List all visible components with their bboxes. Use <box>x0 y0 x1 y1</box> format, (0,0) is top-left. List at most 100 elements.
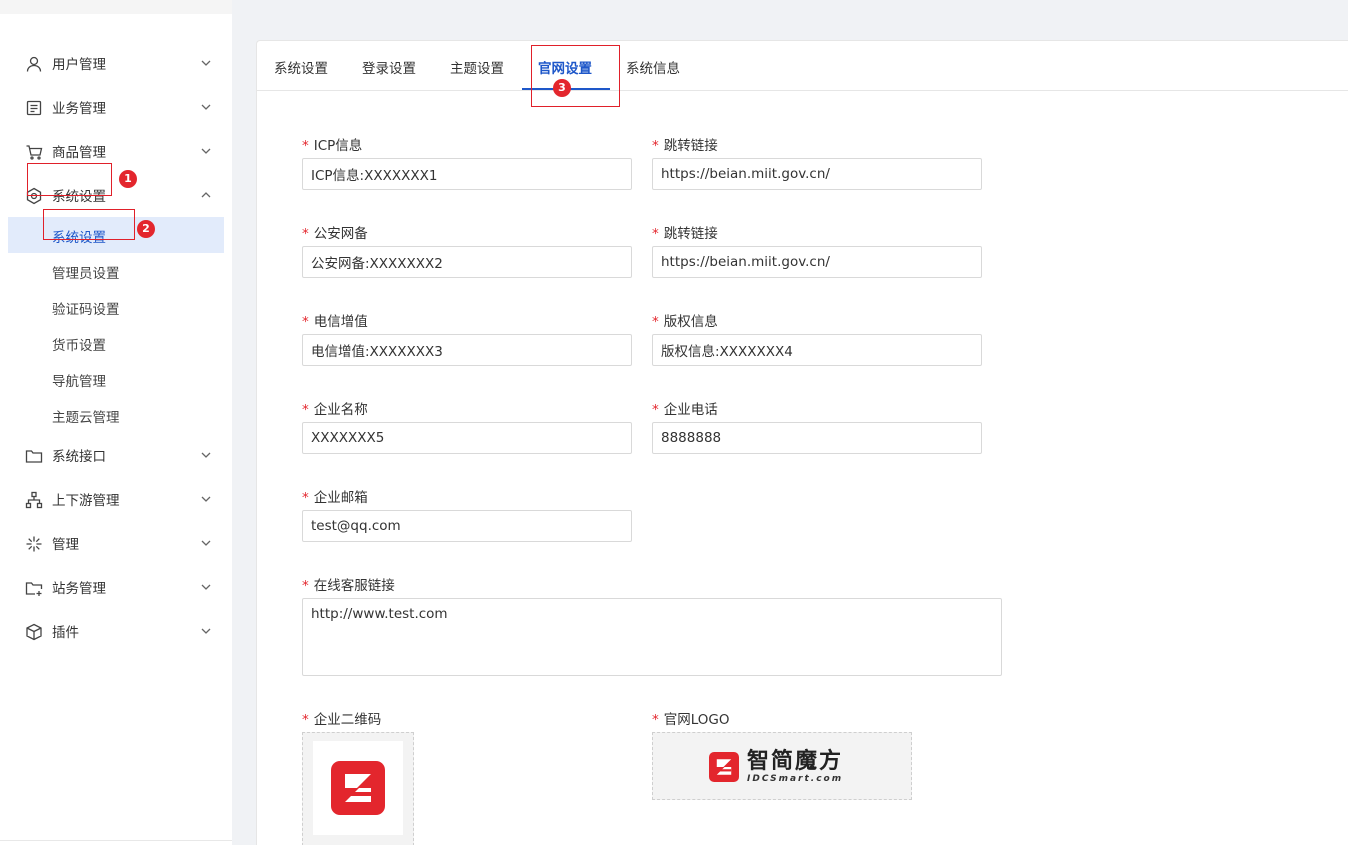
user-icon <box>25 55 43 73</box>
police-record-input[interactable] <box>302 246 632 278</box>
online-service-textarea[interactable]: http://www.test.com <box>302 598 1002 676</box>
required-mark: * <box>302 712 309 728</box>
settings-tabs: 系统设置 登录设置 主题设置 官网设置 系统信息 <box>257 41 1348 91</box>
submenu-item-currency-settings[interactable]: 货币设置 <box>8 325 224 361</box>
sidebar-item-business-management[interactable]: 业务管理 <box>0 91 232 123</box>
submenu-item-label: 货币设置 <box>52 338 106 354</box>
police-link-input[interactable] <box>652 246 982 278</box>
icp-label: * ICP信息 <box>302 138 363 154</box>
chevron-down-icon <box>200 449 212 461</box>
submenu-item-label: 验证码设置 <box>52 302 120 318</box>
document-icon <box>25 99 43 117</box>
sparkle-icon <box>25 535 43 553</box>
logo-chinese-text: 智简魔方 <box>747 749 844 774</box>
tab-system-settings[interactable]: 系统设置 <box>274 57 328 77</box>
tab-theme-settings[interactable]: 主题设置 <box>450 57 504 77</box>
sidebar-item-plugins[interactable]: 插件 <box>0 615 232 647</box>
sidebar-item-label: 系统设置 <box>52 189 106 205</box>
required-mark: * <box>302 578 309 594</box>
telecom-label: * 电信增值 <box>302 314 368 330</box>
chevron-down-icon <box>200 101 212 113</box>
sidebar-item-label: 商品管理 <box>52 145 106 161</box>
required-mark: * <box>302 314 309 330</box>
company-email-input[interactable] <box>302 510 632 542</box>
submenu-item-captcha-settings[interactable]: 验证码设置 <box>8 289 224 325</box>
chevron-down-icon <box>200 581 212 593</box>
required-mark: * <box>652 402 659 418</box>
sidebar-item-label: 插件 <box>52 625 79 641</box>
sidebar-item-management[interactable]: 管理 <box>0 527 232 559</box>
online-service-label: * 在线客服链接 <box>302 578 395 594</box>
required-mark: * <box>302 402 309 418</box>
icp-link-input[interactable] <box>652 158 982 190</box>
sidebar-item-label: 站务管理 <box>52 581 106 597</box>
copyright-input[interactable] <box>652 334 982 366</box>
sidebar: 用户管理 业务管理 商品管理 系统设置 系统设置 管理员设置 验证码设置 货币设… <box>0 0 232 845</box>
company-phone-input[interactable] <box>652 422 982 454</box>
police-link-label: * 跳转链接 <box>652 226 718 242</box>
sidebar-item-label: 用户管理 <box>52 57 106 73</box>
annotation-badge-3: 3 <box>553 79 571 97</box>
sidebar-divider <box>0 840 232 841</box>
required-mark: * <box>652 138 659 154</box>
site-logo-upload[interactable]: 智简魔方 IDCSmart.com <box>652 732 912 800</box>
site-logo-label: * 官网LOGO <box>652 712 730 728</box>
chevron-up-icon <box>200 189 212 201</box>
annotation-badge-1: 1 <box>119 170 137 188</box>
telecom-input[interactable] <box>302 334 632 366</box>
required-mark: * <box>302 490 309 506</box>
tab-system-info[interactable]: 系统信息 <box>626 57 680 77</box>
chevron-down-icon <box>200 537 212 549</box>
qr-code-label: * 企业二维码 <box>302 712 382 728</box>
folder-icon <box>25 447 43 465</box>
brand-logo-icon <box>331 761 385 815</box>
qr-code-upload[interactable] <box>302 732 414 845</box>
icp-input[interactable] <box>302 158 632 190</box>
sidebar-item-label: 业务管理 <box>52 101 106 117</box>
gear-icon <box>25 187 43 205</box>
company-name-label: * 企业名称 <box>302 402 368 418</box>
chevron-down-icon <box>200 57 212 69</box>
company-phone-label: * 企业电话 <box>652 402 718 418</box>
network-icon <box>25 491 43 509</box>
settings-panel: 系统设置 登录设置 主题设置 官网设置 系统信息 *ICP信息 *跳转链接 *公… <box>256 40 1348 845</box>
chevron-down-icon <box>200 625 212 637</box>
sidebar-item-label: 上下游管理 <box>52 493 120 509</box>
folder-plus-icon <box>25 579 43 597</box>
sidebar-item-label: 管理 <box>52 537 79 553</box>
submenu-item-label: 系统设置 <box>52 230 106 246</box>
brand-logo-icon <box>709 752 739 782</box>
sidebar-item-user-management[interactable]: 用户管理 <box>0 47 232 79</box>
tab-login-settings[interactable]: 登录设置 <box>362 57 416 77</box>
chevron-down-icon <box>200 145 212 157</box>
sidebar-item-label: 系统接口 <box>52 449 106 465</box>
police-record-label: * 公安网备 <box>302 226 368 242</box>
chevron-down-icon <box>200 493 212 505</box>
required-mark: * <box>652 226 659 242</box>
submenu-item-navigation-management[interactable]: 导航管理 <box>8 361 224 397</box>
submenu-item-label: 导航管理 <box>52 374 106 390</box>
cube-icon <box>25 623 43 641</box>
required-mark: * <box>302 138 309 154</box>
company-email-label: * 企业邮箱 <box>302 490 368 506</box>
sidebar-item-upstream-downstream[interactable]: 上下游管理 <box>0 483 232 515</box>
sidebar-item-site-affairs[interactable]: 站务管理 <box>0 571 232 603</box>
sidebar-item-system-settings[interactable]: 系统设置 <box>0 179 232 211</box>
submenu-item-admin-settings[interactable]: 管理员设置 <box>8 253 224 289</box>
site-logo-image: 智简魔方 IDCSmart.com <box>709 750 843 784</box>
sidebar-item-product-management[interactable]: 商品管理 <box>0 135 232 167</box>
submenu-item-theme-cloud-management[interactable]: 主题云管理 <box>8 397 224 433</box>
required-mark: * <box>652 314 659 330</box>
sidebar-item-system-interface[interactable]: 系统接口 <box>0 439 232 471</box>
cart-icon <box>25 143 43 161</box>
submenu-item-label: 管理员设置 <box>52 266 120 282</box>
submenu-item-label: 主题云管理 <box>52 410 120 426</box>
icp-link-label: * 跳转链接 <box>652 138 718 154</box>
company-name-input[interactable] <box>302 422 632 454</box>
submenu-item-system-settings[interactable]: 系统设置 <box>8 217 224 253</box>
copyright-label: * 版权信息 <box>652 314 718 330</box>
required-mark: * <box>652 712 659 728</box>
required-mark: * <box>302 226 309 242</box>
tab-website-settings[interactable]: 官网设置 <box>538 57 592 77</box>
logo-english-text: IDCSmart.com <box>747 774 844 784</box>
